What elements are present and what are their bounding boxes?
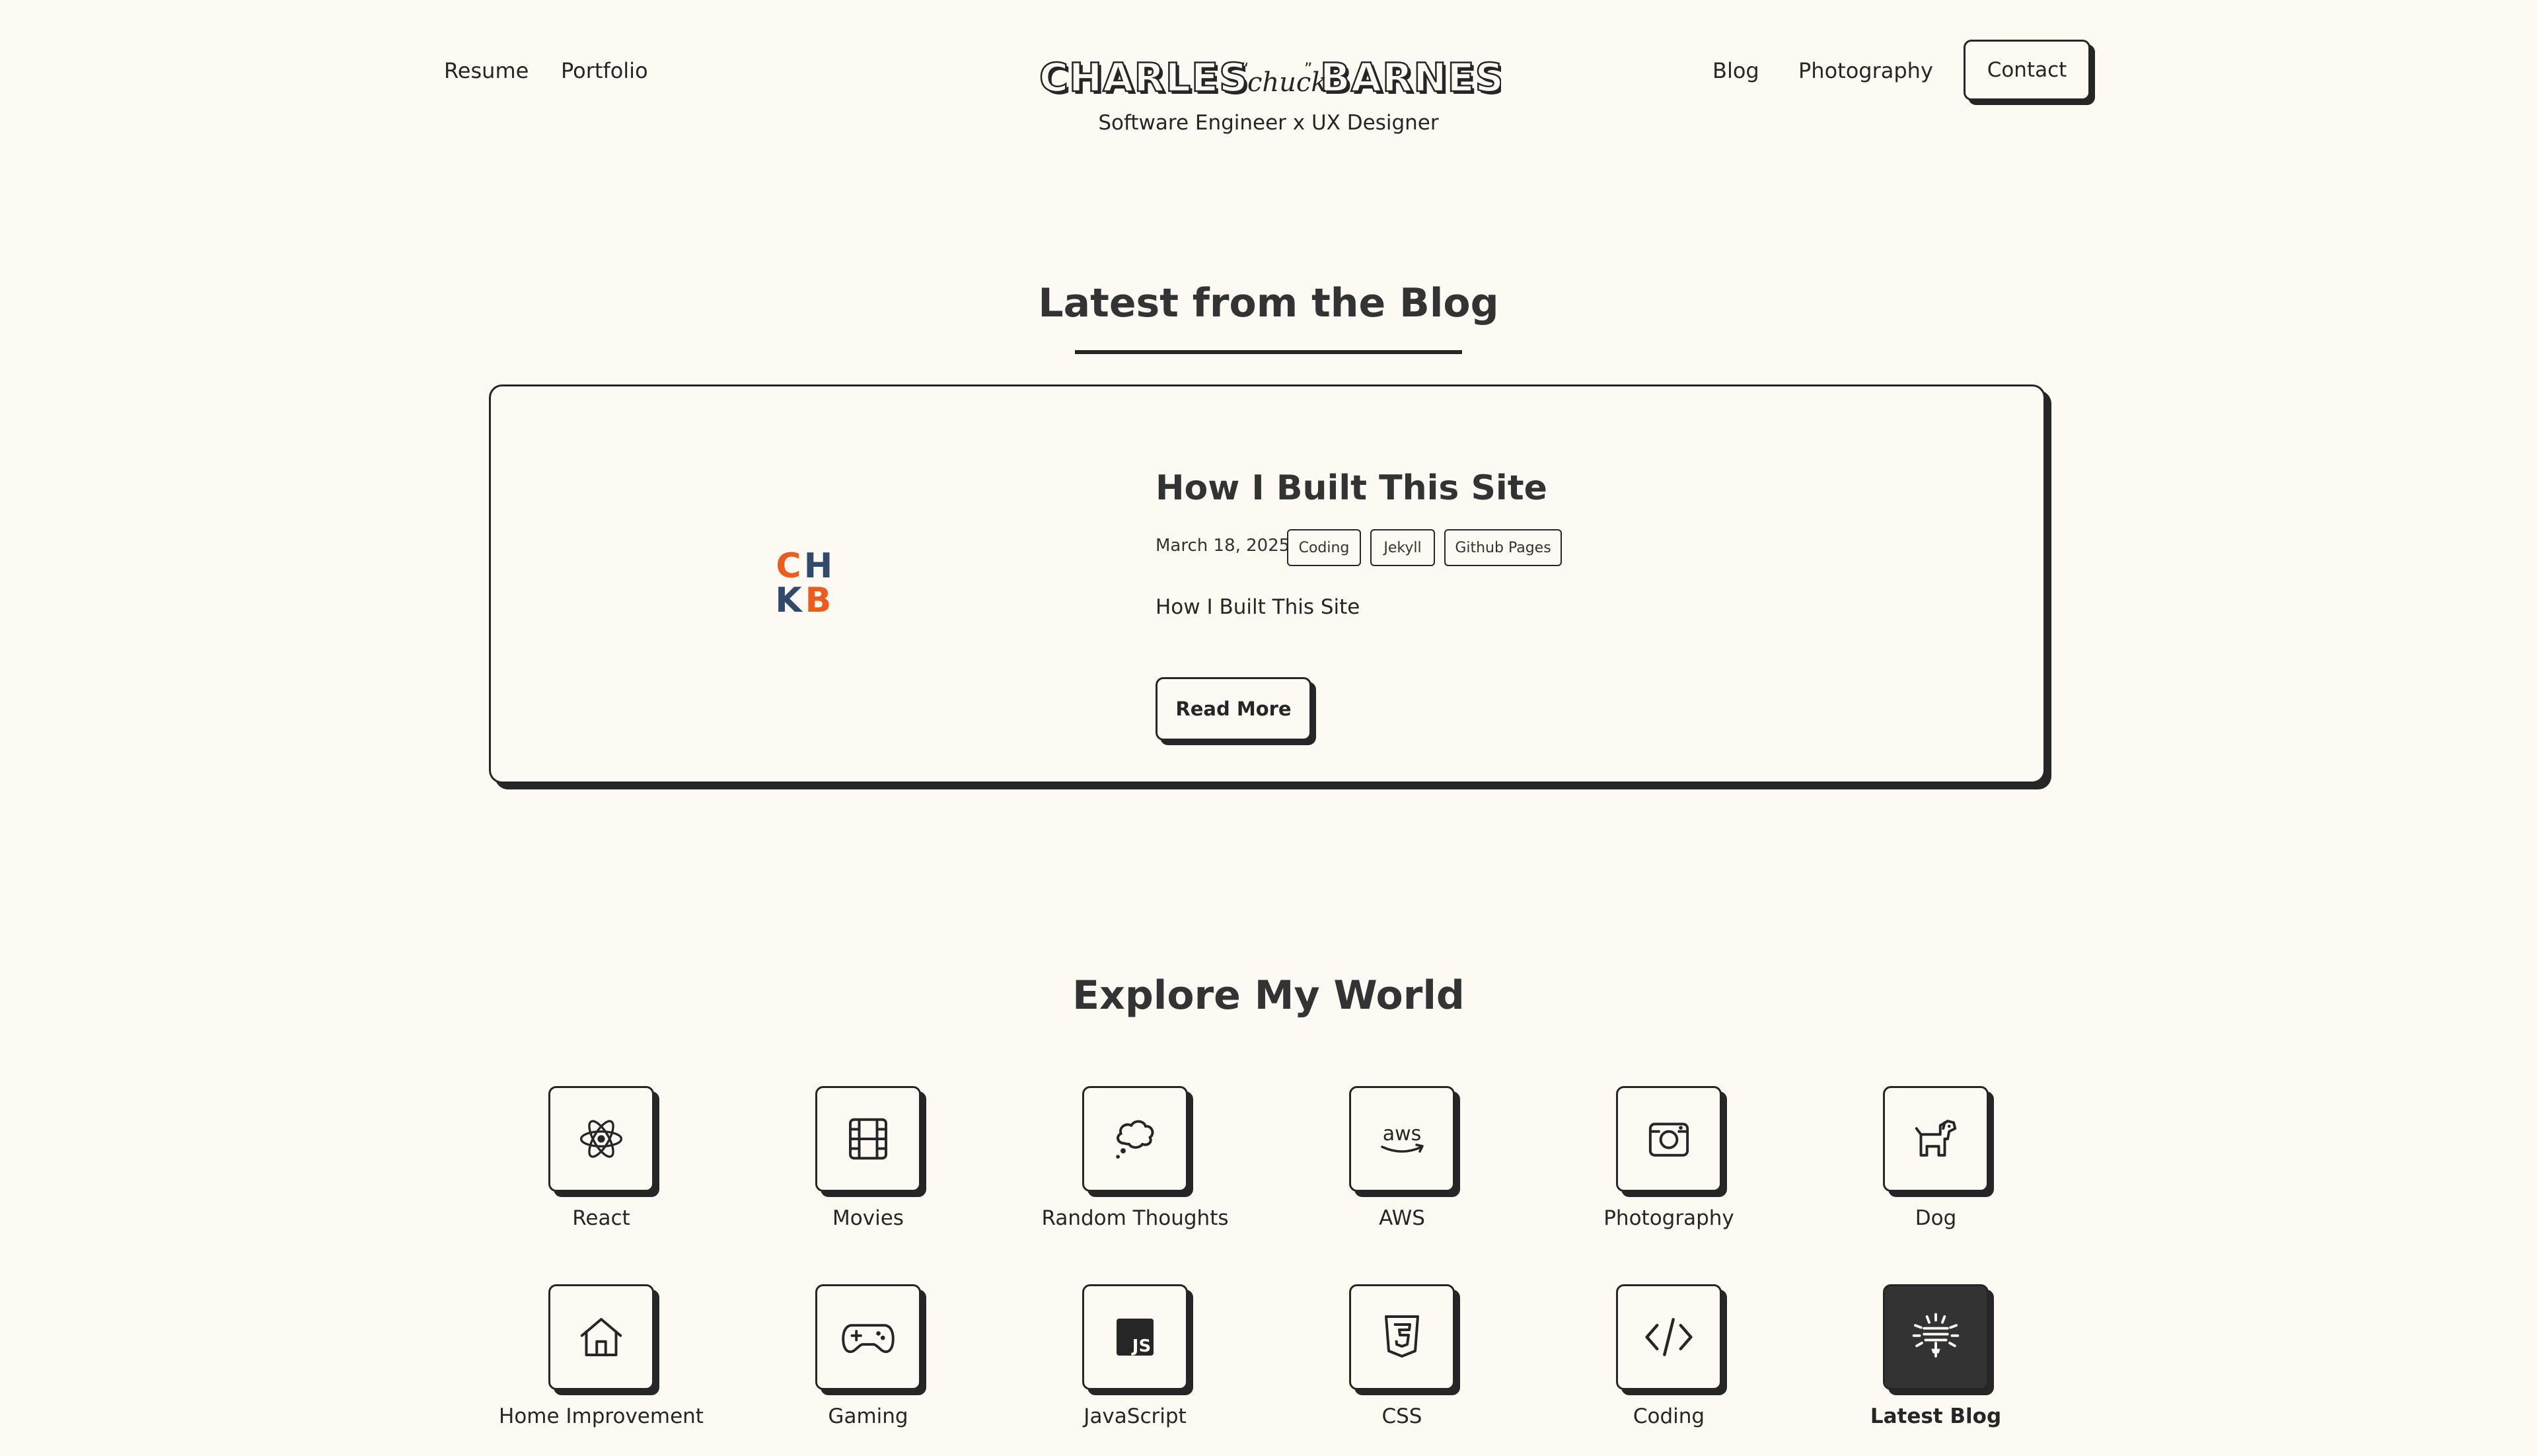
svg-text:“: “ bbox=[1241, 59, 1249, 78]
blog-post-card: C H K B How I Built This Site March 18, … bbox=[489, 384, 2045, 783]
tag-github-pages[interactable]: Github Pages bbox=[1444, 529, 1562, 566]
svg-text:chuck: chuck bbox=[1247, 67, 1327, 98]
tag-jekyll[interactable]: Jekyll bbox=[1370, 529, 1435, 566]
category-css[interactable]: CSS bbox=[1263, 1284, 1530, 1456]
category-dog-tile[interactable] bbox=[1883, 1086, 1989, 1192]
fireworks-icon bbox=[1912, 1313, 1960, 1358]
explore-section-title: Explore My World bbox=[1072, 972, 1465, 1019]
nav-portfolio-link[interactable]: Portfolio bbox=[561, 55, 648, 86]
category-random-thoughts-tile[interactable] bbox=[1082, 1086, 1188, 1192]
category-photography[interactable]: Photography bbox=[1530, 1086, 1797, 1258]
category-label: CSS bbox=[1381, 1404, 1422, 1428]
category-home-improvement-tile[interactable] bbox=[548, 1284, 654, 1390]
code-icon bbox=[1645, 1318, 1693, 1356]
svg-text:aws: aws bbox=[1383, 1122, 1422, 1146]
nav-resume-link[interactable]: Resume bbox=[444, 55, 529, 86]
category-label: Movies bbox=[832, 1206, 904, 1230]
thumbnail-letter-h: H bbox=[803, 546, 833, 586]
logo-wordmark-icon: CHARLES CHARLES BARNES BARNES chuck “ ” bbox=[1039, 54, 1506, 104]
category-label: Coding bbox=[1633, 1404, 1705, 1428]
blog-section-title: Latest from the Blog bbox=[1038, 280, 1499, 326]
category-latest-blog-tile[interactable] bbox=[1883, 1284, 1989, 1390]
category-javascript-tile[interactable]: JS bbox=[1082, 1284, 1188, 1390]
title-underline bbox=[1075, 350, 1462, 354]
post-title[interactable]: How I Built This Site bbox=[1156, 468, 1547, 508]
dog-icon bbox=[1915, 1120, 1957, 1157]
category-label: Photography bbox=[1603, 1206, 1734, 1230]
category-dog[interactable]: Dog bbox=[1797, 1086, 2064, 1258]
post-thumbnail-logo[interactable]: C H K B bbox=[774, 549, 833, 618]
category-label: JavaScript bbox=[1084, 1404, 1187, 1428]
category-label: Latest Blog bbox=[1870, 1404, 2002, 1428]
category-random-thoughts[interactable]: Random Thoughts bbox=[996, 1086, 1263, 1258]
css-icon bbox=[1385, 1315, 1419, 1358]
post-excerpt: How I Built This Site bbox=[1156, 595, 1360, 619]
category-home-improvement[interactable]: Home Improvement bbox=[462, 1284, 729, 1456]
react-icon bbox=[579, 1120, 623, 1158]
category-gaming[interactable]: Gaming bbox=[729, 1284, 996, 1456]
category-label: AWS bbox=[1379, 1206, 1425, 1230]
category-label: Random Thoughts bbox=[1041, 1206, 1229, 1230]
category-aws[interactable]: aws AWS bbox=[1263, 1086, 1530, 1258]
thumbnail-letter-k: K bbox=[775, 581, 802, 620]
category-movies[interactable]: Movies bbox=[729, 1086, 996, 1258]
javascript-icon: JS bbox=[1117, 1319, 1154, 1356]
category-label: Home Improvement bbox=[499, 1404, 704, 1428]
read-more-button[interactable]: Read More bbox=[1156, 677, 1311, 741]
category-latest-blog[interactable]: Latest Blog bbox=[1797, 1284, 2064, 1456]
tag-coding[interactable]: Coding bbox=[1287, 529, 1361, 566]
site-logo[interactable]: CHARLES CHARLES BARNES BARNES chuck “ ” bbox=[1039, 54, 1506, 104]
category-photography-tile[interactable] bbox=[1616, 1086, 1722, 1192]
camera-icon bbox=[1648, 1122, 1689, 1157]
svg-text:BARNES: BARNES bbox=[1320, 55, 1501, 100]
category-coding[interactable]: Coding bbox=[1530, 1284, 1797, 1456]
category-movies-tile[interactable] bbox=[815, 1086, 921, 1192]
film-icon bbox=[849, 1118, 887, 1160]
category-coding-tile[interactable] bbox=[1616, 1284, 1722, 1390]
gamepad-icon bbox=[842, 1324, 895, 1354]
category-label: React bbox=[572, 1206, 630, 1230]
home-icon bbox=[580, 1318, 622, 1356]
category-label: Dog bbox=[1915, 1206, 1957, 1230]
category-label: Gaming bbox=[828, 1404, 908, 1428]
thumbnail-letter-b: B bbox=[805, 581, 832, 620]
site-tagline: Software Engineer x UX Designer bbox=[1098, 111, 1439, 135]
category-css-tile[interactable] bbox=[1349, 1284, 1455, 1390]
category-javascript[interactable]: JS JavaScript bbox=[996, 1284, 1263, 1456]
aws-icon: aws bbox=[1381, 1122, 1424, 1153]
svg-text:CHARLES: CHARLES bbox=[1039, 55, 1248, 100]
svg-text:”: ” bbox=[1304, 59, 1312, 78]
nav-photography-link[interactable]: Photography bbox=[1798, 55, 1933, 86]
post-date: March 18, 2025 bbox=[1156, 536, 1290, 556]
contact-button[interactable]: Contact bbox=[1964, 40, 2090, 100]
thought-bubble-icon bbox=[1116, 1120, 1154, 1159]
thumbnail-letter-c: C bbox=[776, 546, 801, 586]
category-react[interactable]: React bbox=[462, 1086, 729, 1258]
nav-blog-link[interactable]: Blog bbox=[1712, 55, 1759, 86]
svg-text:JS: JS bbox=[1131, 1336, 1151, 1356]
category-gaming-tile[interactable] bbox=[815, 1284, 921, 1390]
category-aws-tile[interactable]: aws bbox=[1349, 1086, 1455, 1192]
category-react-tile[interactable] bbox=[548, 1086, 654, 1192]
